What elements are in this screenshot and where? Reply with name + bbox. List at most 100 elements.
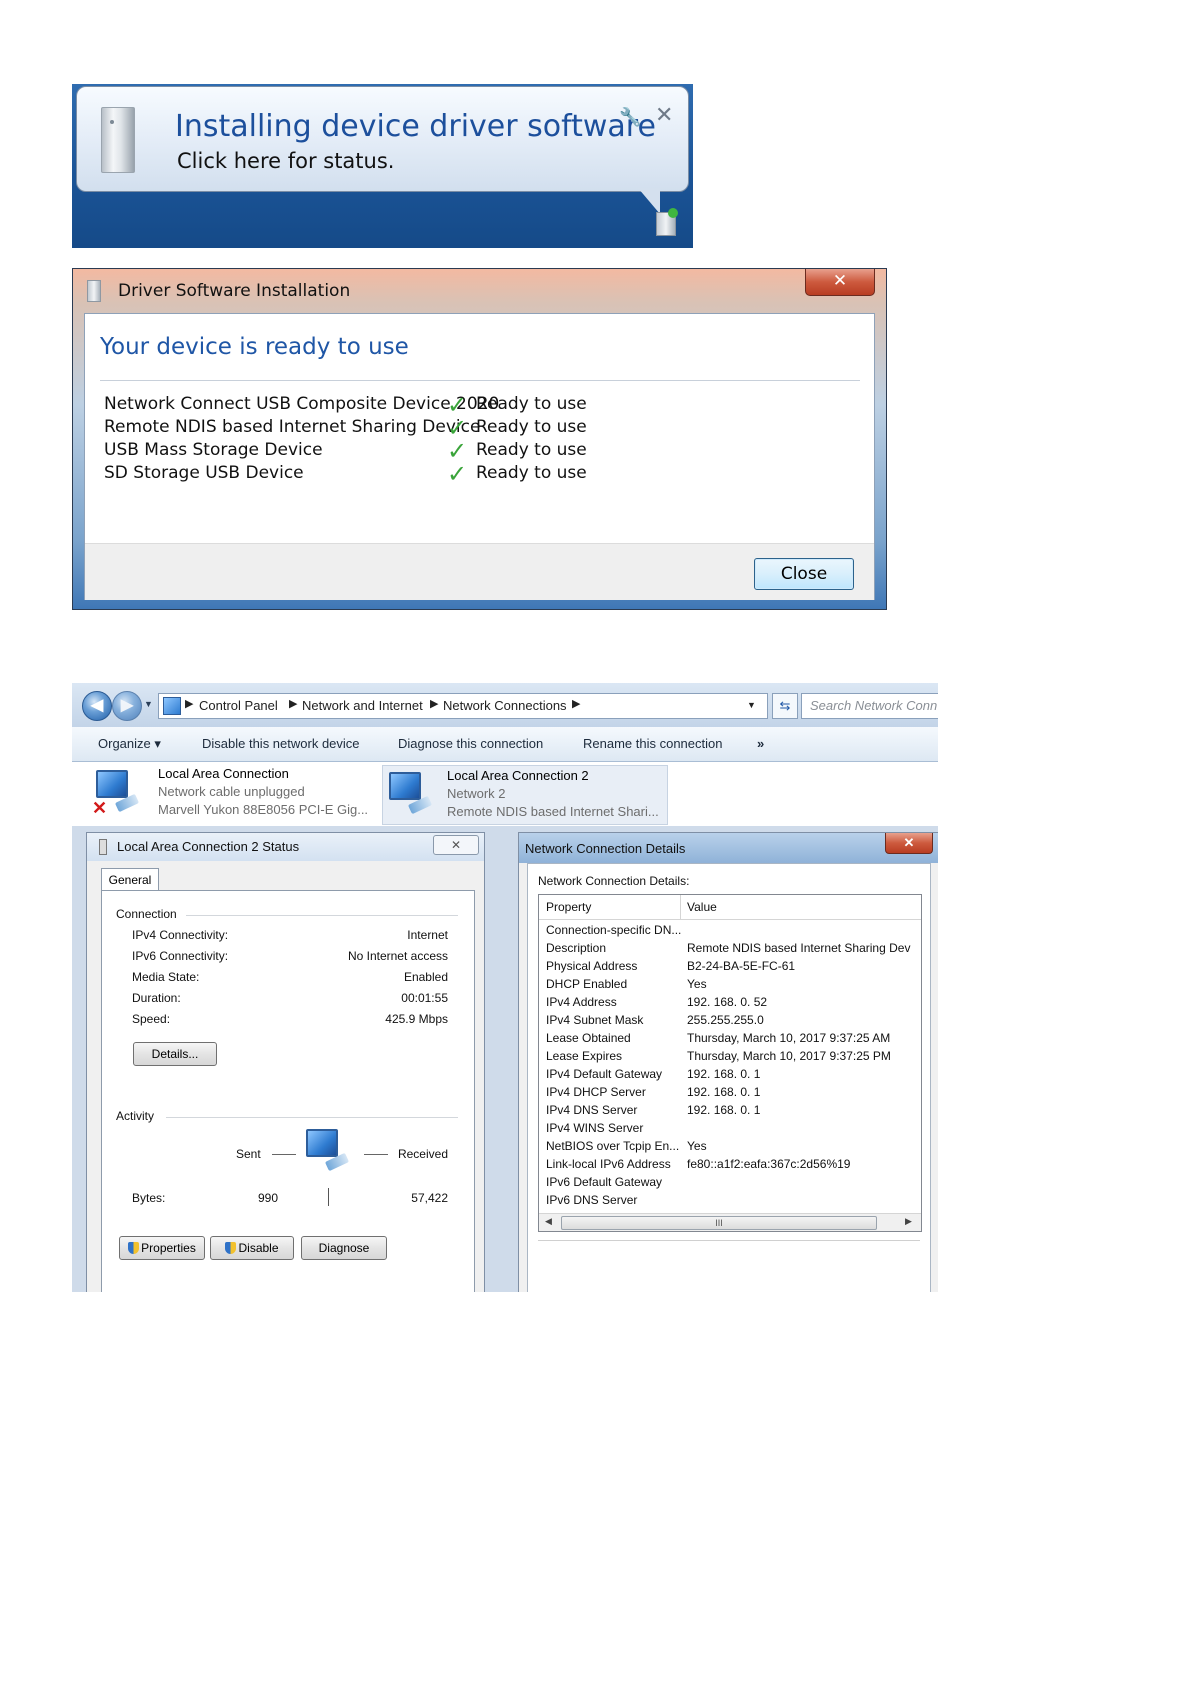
details-label: Network Connection Details: <box>538 874 690 888</box>
rename-connection-button[interactable]: Rename this connection <box>583 736 722 751</box>
organize-button[interactable]: Organize ▾ <box>98 736 161 752</box>
connection-item-local-area-2[interactable]: Local Area Connection 2 Network 2 Remote… <box>382 765 668 825</box>
scroll-right-icon[interactable]: ▶ <box>905 1216 912 1227</box>
scroll-left-icon[interactable]: ◀ <box>545 1216 552 1227</box>
property-cell[interactable]: Connection-specific DN... <box>546 923 681 937</box>
value-cell[interactable]: 255.255.255.0 <box>687 1013 764 1027</box>
command-bar: Organize ▾ Disable this network device D… <box>72 727 938 762</box>
connection-status: Network cable unplugged <box>158 784 305 799</box>
notification-subtitle[interactable]: Click here for status. <box>177 149 394 173</box>
device-name: SD Storage USB Device <box>104 463 304 483</box>
device-name: Network Connect USB Composite Device 202… <box>104 394 500 414</box>
wrench-icon[interactable]: 🔧 <box>619 107 641 128</box>
property-cell[interactable]: Link-local IPv6 Address <box>546 1157 671 1171</box>
details-list-header: Property Value <box>539 895 921 920</box>
back-icon[interactable]: ◀ <box>82 691 112 721</box>
bytes-received-value: 57,422 <box>411 1191 448 1205</box>
property-cell[interactable]: Physical Address <box>546 959 637 973</box>
notification-balloon[interactable]: Installing device driver software Click … <box>76 86 689 192</box>
property-cell[interactable]: Description <box>546 941 606 955</box>
device-name: Remote NDIS based Internet Sharing Devic… <box>104 417 481 437</box>
ipv6-connectivity-label: IPv6 Connectivity: <box>132 949 229 963</box>
value-cell[interactable]: Yes <box>687 1139 707 1153</box>
property-cell[interactable]: IPv4 Subnet Mask <box>546 1013 643 1027</box>
sent-label: Sent <box>236 1147 261 1161</box>
value-cell[interactable]: 192. 168. 0. 1 <box>687 1103 760 1117</box>
search-input[interactable]: Search Network Conn <box>801 693 938 719</box>
general-tab-panel: Connection IPv4 Connectivity: Internet I… <box>101 890 475 1292</box>
driver-install-dialog: Driver Software Installation ✕ Your devi… <box>72 268 887 610</box>
value-cell[interactable]: B2-24-BA-5E-FC-61 <box>687 959 795 973</box>
connection-adapter: Marvell Yukon 88E8056 PCI-E Gig... <box>158 802 369 817</box>
install-notification-panel: Installing device driver software Click … <box>72 84 693 248</box>
close-button[interactable]: Close <box>754 558 854 590</box>
history-dropdown-icon[interactable]: ▼ <box>144 699 153 709</box>
forward-icon[interactable]: ▶ <box>112 691 142 721</box>
value-cell[interactable]: 192. 168. 0. 1 <box>687 1085 760 1099</box>
device-status: Ready to use <box>476 417 587 437</box>
more-commands-button[interactable]: » <box>757 736 764 751</box>
close-icon[interactable]: ✕ <box>885 833 933 854</box>
scroll-thumb[interactable]: III <box>561 1216 877 1230</box>
property-cell[interactable]: IPv4 Address <box>546 995 617 1009</box>
breadcrumb-item[interactable]: Control Panel <box>199 698 278 713</box>
close-icon[interactable]: ✕ <box>433 835 479 855</box>
diagnose-connection-button[interactable]: Diagnose this connection <box>398 736 543 751</box>
properties-button[interactable]: Properties <box>119 1236 205 1260</box>
column-divider <box>680 895 681 919</box>
value-cell[interactable]: Thursday, March 10, 2017 9:37:25 AM <box>687 1031 890 1045</box>
close-icon[interactable]: ✕ <box>655 103 673 128</box>
property-cell[interactable]: IPv4 Default Gateway <box>546 1067 662 1081</box>
refresh-icon[interactable]: ⇆ <box>772 693 798 719</box>
property-column-header[interactable]: Property <box>546 900 591 914</box>
breadcrumb-separator: ▶ <box>185 698 194 710</box>
breadcrumb-item[interactable]: Network and Internet <box>302 698 423 713</box>
property-cell[interactable]: Lease Expires <box>546 1049 622 1063</box>
device-status: Ready to use <box>476 394 587 414</box>
connection-item-local-area[interactable]: ✕ Local Area Connection Network cable un… <box>72 762 372 826</box>
property-cell[interactable]: Lease Obtained <box>546 1031 631 1045</box>
value-cell[interactable]: Thursday, March 10, 2017 9:37:25 PM <box>687 1049 891 1063</box>
value-cell[interactable]: 192. 168. 0. 1 <box>687 1067 760 1081</box>
connection-adapter: Remote NDIS based Internet Shari... <box>447 804 659 819</box>
horizontal-scrollbar[interactable]: ◀ III ▶ <box>539 1213 921 1231</box>
property-cell[interactable]: IPv4 WINS Server <box>546 1121 643 1135</box>
diagnose-button[interactable]: Diagnose <box>301 1236 387 1260</box>
ipv4-connectivity-label: IPv4 Connectivity: <box>132 928 229 942</box>
divider <box>100 380 860 381</box>
network-adapter-icon <box>389 772 421 800</box>
dialog-title: Driver Software Installation <box>118 281 351 301</box>
sent-line <box>272 1154 296 1155</box>
breadcrumb-separator: ▶ <box>430 698 439 710</box>
connection-group-label: Connection <box>116 907 177 921</box>
property-cell[interactable]: IPv4 DNS Server <box>546 1103 637 1117</box>
balloon-tail <box>638 188 660 214</box>
breadcrumb-item[interactable]: Network Connections <box>443 698 567 713</box>
dialog-footer: Close <box>85 543 874 600</box>
value-cell[interactable]: Yes <box>687 977 707 991</box>
disable-button[interactable]: Disable <box>210 1236 294 1260</box>
network-activity-icon <box>306 1129 338 1157</box>
connection-details-dialog: Network Connection Details ✕ Network Con… <box>518 832 938 1292</box>
disable-device-button[interactable]: Disable this network device <box>202 736 360 751</box>
tab-general[interactable]: General <box>101 868 159 891</box>
speed-value: 425.9 Mbps <box>385 1012 448 1026</box>
details-button[interactable]: Details... <box>133 1042 217 1066</box>
details-list[interactable]: Property Value Connection-specific DN...… <box>538 894 922 1232</box>
value-column-header[interactable]: Value <box>687 900 717 914</box>
property-cell[interactable]: IPv4 DHCP Server <box>546 1085 646 1099</box>
address-dropdown-icon[interactable]: ▼ <box>747 700 756 710</box>
duration-value: 00:01:55 <box>401 991 448 1005</box>
value-cell[interactable]: Remote NDIS based Internet Sharing Dev <box>687 941 910 955</box>
received-label: Received <box>397 1147 448 1161</box>
property-cell[interactable]: IPv6 DNS Server <box>546 1193 637 1207</box>
close-icon[interactable]: ✕ <box>805 269 875 296</box>
connection-icon <box>99 839 107 855</box>
property-cell[interactable]: IPv6 Default Gateway <box>546 1175 662 1189</box>
address-bar[interactable]: ▶ Control Panel ▶ Network and Internet ▶… <box>158 693 768 719</box>
property-cell[interactable]: DHCP Enabled <box>546 977 627 991</box>
value-cell[interactable]: 192. 168. 0. 52 <box>687 995 767 1009</box>
property-cell[interactable]: NetBIOS over Tcpip En... <box>546 1139 679 1153</box>
value-cell[interactable]: fe80::a1f2:eafa:367c:2d56%19 <box>687 1157 850 1171</box>
checkmark-icon: ✓ <box>447 437 468 465</box>
